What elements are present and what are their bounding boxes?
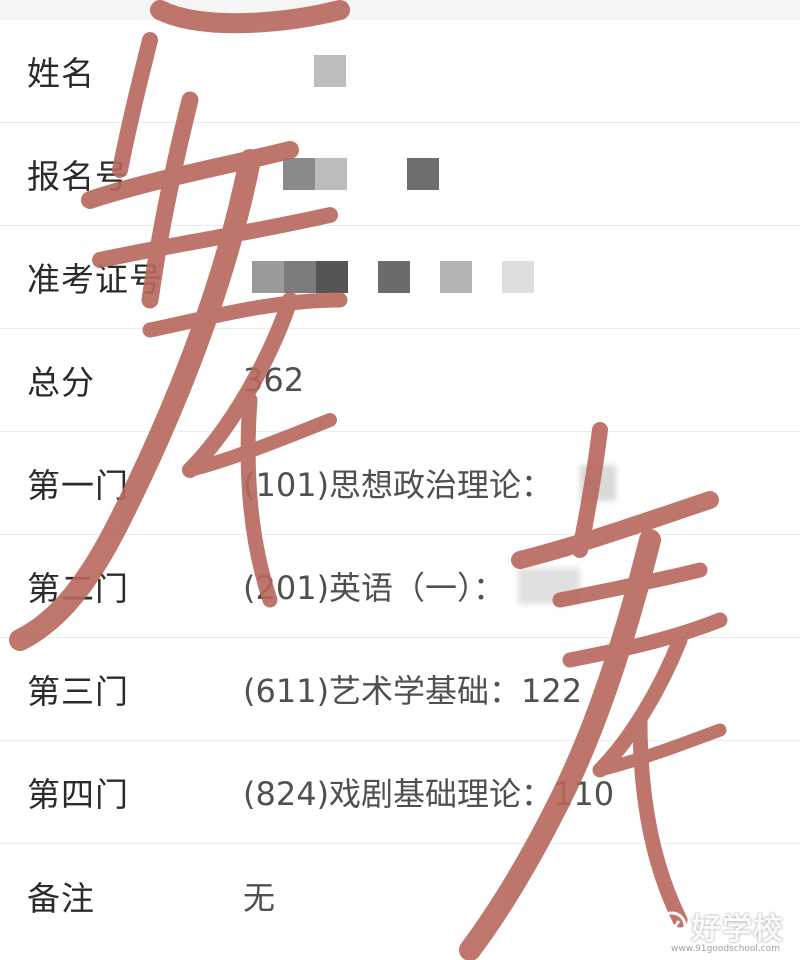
score-report-page: 姓名 报名号 准考证号 总分 362 第一门 (101)思想政治理论： 第二门 … <box>0 0 800 960</box>
redaction-block <box>283 158 315 190</box>
score-table: 姓名 报名号 准考证号 总分 362 第一门 (101)思想政治理论： 第二门 … <box>0 20 800 947</box>
blurred-score <box>518 568 580 604</box>
top-strip <box>0 0 800 20</box>
label-subject-3: 第三门 <box>27 672 129 711</box>
row-admission-ticket-number: 准考证号 <box>0 226 800 329</box>
label-registration-number: 报名号 <box>27 157 129 196</box>
label-remarks: 备注 <box>27 878 95 918</box>
row-registration-number: 报名号 <box>0 123 800 226</box>
value-remarks: 无 <box>243 878 276 917</box>
value-subject-2: (201)英语（一）： <box>243 569 506 607</box>
logo-subtext: www.91goodschool.com <box>671 944 780 954</box>
redaction-block <box>252 261 284 293</box>
redaction-block <box>407 158 439 190</box>
value-subject-4: (824)戏剧基础理论：110 <box>243 775 615 813</box>
redaction-block <box>378 261 410 293</box>
redaction-block <box>314 55 346 87</box>
label-subject-1: 第一门 <box>27 466 129 505</box>
row-subject-1: 第一门 (101)思想政治理论： <box>0 432 800 535</box>
site-logo-watermark: 好学校 www.91goodschool.com <box>657 904 784 954</box>
row-subject-3: 第三门 (611)艺术学基础：122 <box>0 638 800 741</box>
school-logo-icon <box>657 911 687 941</box>
logo-text: 好学校 <box>691 912 784 947</box>
row-name: 姓名 <box>0 20 800 123</box>
redaction-block <box>316 261 348 293</box>
label-subject-2: 第二门 <box>27 569 129 608</box>
row-total-score: 总分 362 <box>0 329 800 432</box>
label-subject-4: 第四门 <box>27 775 129 814</box>
redaction-block <box>502 261 534 293</box>
blurred-score <box>580 465 616 501</box>
value-total-score: 362 <box>243 361 305 399</box>
label-total-score: 总分 <box>27 363 95 402</box>
redaction-block <box>284 261 316 293</box>
row-subject-4: 第四门 (824)戏剧基础理论：110 <box>0 741 800 844</box>
redaction-block <box>440 261 472 293</box>
label-admission-ticket-number: 准考证号 <box>27 260 163 299</box>
redaction-block <box>315 158 347 190</box>
value-subject-3: (611)艺术学基础：122 <box>243 672 583 710</box>
label-name: 姓名 <box>27 54 95 93</box>
value-subject-1: (101)思想政治理论： <box>243 466 554 504</box>
row-subject-2: 第二门 (201)英语（一）： <box>0 535 800 638</box>
